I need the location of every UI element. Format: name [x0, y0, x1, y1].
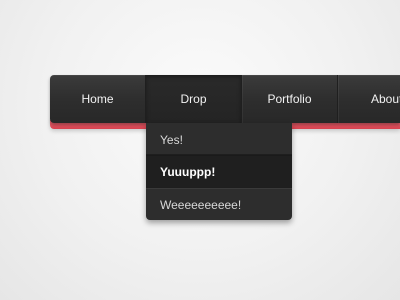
main-navigation: Home Drop Portfolio About [50, 75, 400, 129]
nav-item-drop[interactable]: Drop [146, 75, 242, 123]
nav-item-label: Drop [180, 92, 207, 106]
dropdown-item-yuuuppp[interactable]: Yuuuppp! [146, 155, 292, 188]
dropdown-item-label: Weeeeeeeeee! [160, 197, 242, 212]
nav-item-label: Home [81, 92, 114, 106]
dropdown-item-label: Yes! [160, 132, 183, 147]
dropdown-item-weeeeeeeeee[interactable]: Weeeeeeeeee! [146, 188, 292, 220]
nav-item-label: About [371, 92, 400, 106]
nav-item-about[interactable]: About [338, 75, 400, 123]
nav-item-home[interactable]: Home [50, 75, 146, 123]
dropdown-menu: Yes! Yuuuppp! Weeeeeeeeee! [146, 123, 292, 220]
dropdown-item-label: Yuuuppp! [160, 164, 216, 179]
dropdown-item-yes[interactable]: Yes! [146, 123, 292, 155]
navbar: Home Drop Portfolio About [50, 75, 400, 123]
nav-item-portfolio[interactable]: Portfolio [242, 75, 338, 123]
nav-item-label: Portfolio [267, 92, 312, 106]
